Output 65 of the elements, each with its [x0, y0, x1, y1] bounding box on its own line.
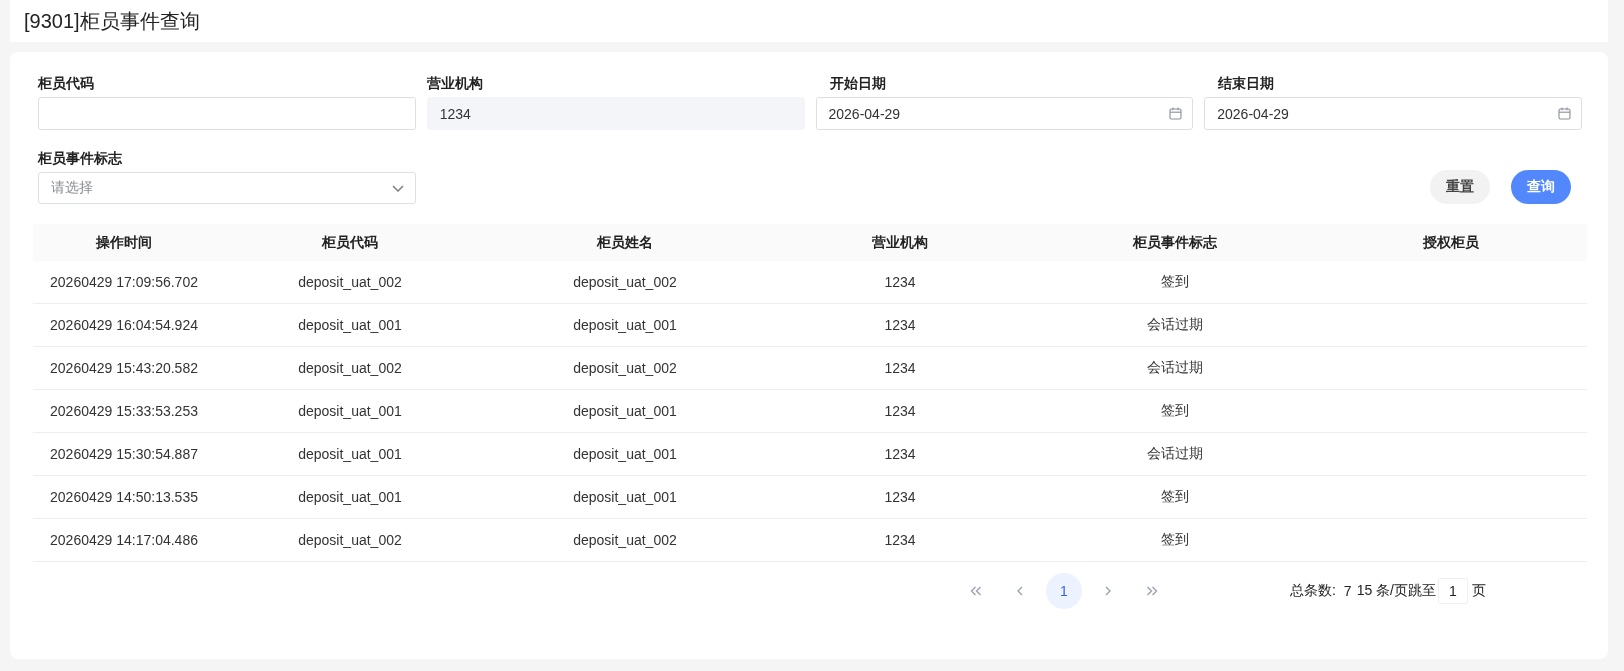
text-field[interactable] — [38, 97, 416, 130]
branch-code: 1234 — [884, 403, 916, 419]
field-label: 营业机构 — [426, 74, 483, 92]
event-text: 签到 — [1161, 273, 1189, 289]
teller-name: deposit_uat_002 — [573, 532, 677, 548]
teller-name: deposit_uat_001 — [573, 446, 677, 462]
teller-code: deposit_uat_001 — [298, 403, 402, 419]
teller-name: deposit_uat_001 — [573, 489, 677, 505]
branch-code: 1234 — [884, 532, 916, 548]
event-text: 会话过期 — [1147, 316, 1203, 332]
field-label: 柜员代码 — [38, 74, 94, 92]
reset-button[interactable]: 重置 — [1430, 170, 1490, 204]
operation-time: 20260429 15:43:20.582 — [50, 360, 198, 376]
event-text: 签到 — [1161, 531, 1189, 547]
operation-time: 20260429 15:30:54.887 — [50, 446, 198, 462]
column-header: 柜员姓名 — [485, 224, 765, 261]
event-text: 签到 — [1161, 402, 1189, 418]
event-text: 签到 — [1161, 488, 1189, 504]
date-field[interactable]: 2026-04-29 — [815, 97, 1194, 130]
calendar-icon — [1558, 107, 1571, 120]
operation-time: 20260429 14:50:13.535 — [50, 489, 198, 505]
chevron-down-icon — [391, 184, 404, 192]
teller-code: deposit_uat_001 — [298, 317, 402, 333]
date-field[interactable]: 2026-04-29 — [1204, 97, 1582, 130]
branch-code: 1234 — [884, 360, 916, 376]
operation-time: 20260429 15:33:53.253 — [50, 403, 198, 419]
column-header: 授权柜员 — [1315, 224, 1587, 261]
jump-label: 跳至 — [1408, 582, 1436, 600]
total-label: 总条数: — [1289, 582, 1336, 600]
teller-name: deposit_uat_001 — [573, 403, 677, 419]
page-unit-label: 页 — [1472, 582, 1486, 600]
double-chevron-left-icon — [969, 586, 982, 596]
teller-code: deposit_uat_002 — [298, 532, 402, 548]
branch-code: 1234 — [884, 317, 916, 333]
field-label: 结束日期 — [1218, 74, 1275, 92]
page-title: [9301]柜员事件查询 — [24, 8, 200, 34]
teller-name: deposit_uat_001 — [573, 317, 677, 333]
page-jump-field[interactable]: 1 — [1438, 578, 1468, 604]
operation-time: 20260429 14:17:04.486 — [50, 532, 198, 548]
total-count: 7 — [1343, 583, 1352, 599]
operation-time: 20260429 17:09:56.702 — [50, 274, 198, 290]
branch-code: 1234 — [884, 274, 916, 290]
teller-name: deposit_uat_002 — [573, 360, 677, 376]
column-header: 柜员代码 — [215, 224, 485, 261]
column-header: 柜员事件标志 — [1035, 224, 1315, 261]
field-label: 柜员事件标志 — [38, 149, 122, 167]
branch-code: 1234 — [884, 489, 916, 505]
operation-time: 20260429 16:04:54.924 — [50, 317, 198, 333]
branch-code: 1234 — [884, 446, 916, 462]
teller-code: deposit_uat_001 — [298, 489, 402, 505]
page-number[interactable]: 1 — [1045, 573, 1082, 609]
column-header: 操作时间 — [33, 224, 215, 261]
double-chevron-right-icon — [1145, 586, 1158, 596]
event-text: 会话过期 — [1147, 445, 1203, 461]
teller-name: deposit_uat_002 — [573, 274, 677, 290]
event-text: 会话过期 — [1147, 359, 1203, 375]
chevron-left-icon — [1016, 586, 1023, 596]
teller-code: deposit_uat_002 — [298, 274, 402, 290]
column-header: 营业机构 — [765, 224, 1035, 261]
page-size: 15 条/页 — [1356, 582, 1408, 600]
field-label: 开始日期 — [829, 74, 886, 92]
chevron-right-icon — [1104, 586, 1111, 596]
calendar-icon — [1169, 107, 1183, 120]
teller-code: deposit_uat_002 — [298, 360, 402, 376]
teller-code: deposit_uat_001 — [298, 446, 402, 462]
